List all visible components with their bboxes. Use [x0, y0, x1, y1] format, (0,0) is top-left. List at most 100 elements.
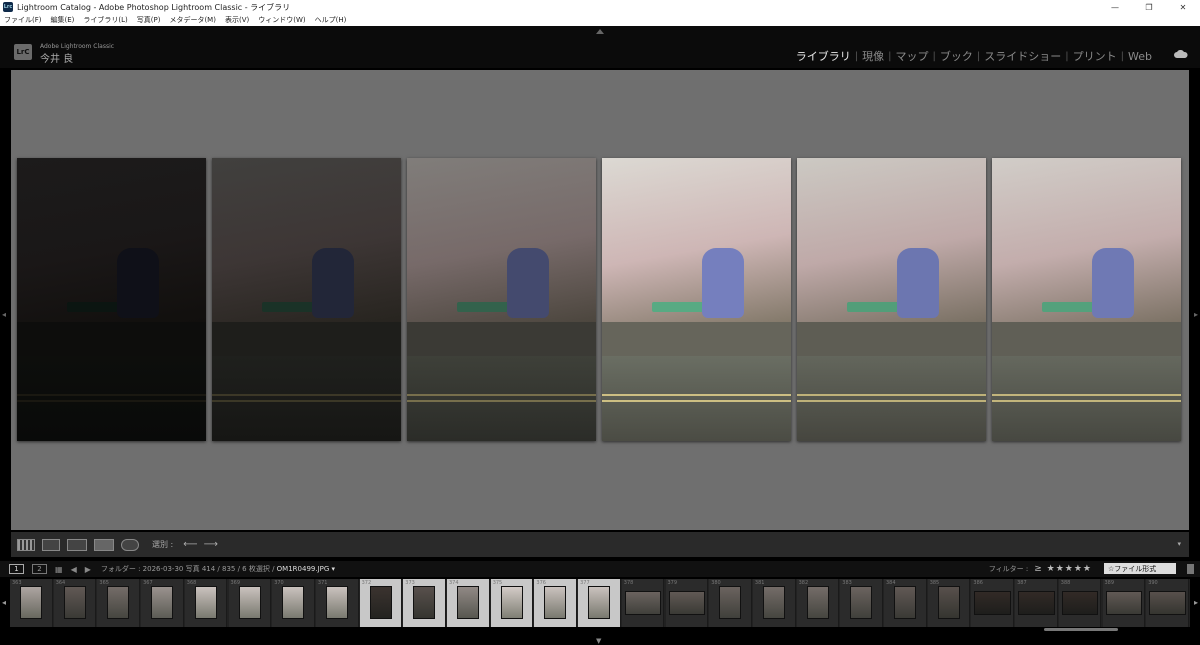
menu-window[interactable]: ウィンドウ(W) — [258, 15, 305, 25]
people-view-icon[interactable] — [121, 538, 139, 551]
filmstrip-cell[interactable]: 386 — [971, 579, 1015, 627]
menu-edit[interactable]: 編集(E) — [51, 15, 75, 25]
module-web[interactable]: Web — [1124, 50, 1156, 63]
filmstrip-thumbnail — [937, 586, 960, 619]
menu-photo[interactable]: 写真(P) — [137, 15, 161, 25]
collapse-top-panel-icon[interactable] — [596, 29, 604, 34]
module-develop[interactable]: 現像 — [858, 48, 888, 64]
photo-road — [797, 356, 986, 441]
filmstrip-scrollbar[interactable] — [1044, 628, 1118, 631]
toolbar-options-chevron-down-icon[interactable]: ▾ — [1177, 540, 1181, 548]
module-map[interactable]: マップ — [892, 48, 933, 64]
filmstrip-cell[interactable]: 376 — [534, 579, 578, 627]
menu-metadata[interactable]: メタデータ(M) — [169, 15, 216, 25]
filmstrip-cell-index: 388 — [1060, 580, 1071, 586]
filmstrip-thumbnail — [107, 586, 130, 619]
filmstrip-cell[interactable]: 384 — [884, 579, 927, 627]
filmstrip-cell-index: 390 — [1148, 580, 1158, 586]
filmstrip-cell[interactable]: 363 — [10, 579, 53, 627]
survey-photo[interactable] — [602, 158, 791, 441]
filmstrip-cell[interactable]: 364 — [53, 579, 97, 627]
photo-sakura-building — [212, 158, 401, 323]
back-arrow-icon[interactable]: ◀ — [71, 565, 77, 574]
filmstrip-cell[interactable]: 382 — [796, 579, 840, 627]
filmstrip-cell[interactable]: 383 — [840, 579, 883, 627]
secondary-window-button[interactable]: 2 — [32, 564, 47, 574]
filmstrip-cell[interactable]: 381 — [752, 579, 796, 627]
filmstrip-cell[interactable]: 365 — [97, 579, 141, 627]
module-library[interactable]: ライブラリ — [792, 48, 855, 64]
photo-road-line — [407, 394, 596, 396]
previous-photo-arrow-icon[interactable]: ⟵ — [183, 539, 197, 550]
grid-icon[interactable]: ▦ — [55, 565, 63, 574]
filmstrip-scroll-left-icon[interactable]: ◂ — [2, 598, 6, 607]
filmstrip-cell[interactable]: 377 — [578, 579, 621, 627]
menu-view[interactable]: 表示(V) — [225, 15, 249, 25]
filmstrip-cell[interactable]: 368 — [184, 579, 228, 627]
filmstrip-cell-index: 379 — [667, 580, 678, 586]
filmstrip-cell[interactable]: 374 — [447, 579, 490, 627]
menu-file[interactable]: ファイル(F) — [4, 15, 42, 25]
filmstrip-thumbnail — [762, 586, 785, 619]
photo-road-line — [992, 400, 1181, 402]
photo-road-line — [797, 400, 986, 402]
filmstrip-cell[interactable]: 371 — [315, 579, 359, 627]
filter-preset-select[interactable]: ☆ファイル形式 — [1104, 563, 1176, 574]
filmstrip-cell[interactable]: 369 — [228, 579, 272, 627]
menu-library[interactable]: ライブラリ(L) — [83, 15, 127, 25]
filmstrip-cell[interactable]: 387 — [1015, 579, 1058, 627]
compare-view-icon[interactable] — [67, 538, 87, 551]
close-button[interactable]: ✕ — [1166, 0, 1200, 14]
filmstrip-cell[interactable]: 373 — [403, 579, 446, 627]
survey-photo[interactable] — [212, 158, 401, 441]
rating-filter-star-icon[interactable]: ≥ ★★★★★ — [1034, 564, 1092, 574]
survey-view-icon[interactable] — [94, 538, 114, 551]
filmstrip-cell[interactable]: 389 — [1102, 579, 1146, 627]
expand-right-panel-icon[interactable]: ▸ — [1194, 310, 1198, 319]
filmstrip-cell[interactable]: 372 — [359, 579, 403, 627]
module-print[interactable]: プリント — [1069, 48, 1121, 64]
survey-photo[interactable] — [797, 158, 986, 441]
filmstrip-thumbnail — [457, 586, 479, 619]
expand-left-panel-icon[interactable]: ◂ — [2, 310, 6, 319]
filmstrip-thumbnail — [894, 586, 916, 619]
filmstrip-cell[interactable]: 370 — [272, 579, 315, 627]
module-book[interactable]: ブック — [936, 48, 977, 64]
minimize-button[interactable]: — — [1098, 0, 1132, 14]
cloud-sync-icon[interactable] — [1174, 50, 1188, 58]
photo-hand-statue — [897, 248, 939, 318]
filmstrip-cell[interactable]: 390 — [1146, 579, 1189, 627]
next-photo-arrow-icon[interactable]: ⟶ — [204, 539, 218, 550]
filmstrip-cell[interactable]: 385 — [927, 579, 971, 627]
filmstrip-cell[interactable]: 380 — [709, 579, 752, 627]
module-picker: ライブラリ | 現像 | マップ | ブック | スライドショー | プリント … — [792, 48, 1156, 64]
filmstrip-cell[interactable]: 379 — [665, 579, 709, 627]
filmstrip-cell[interactable]: 388 — [1058, 579, 1102, 627]
survey-photo[interactable] — [17, 158, 206, 441]
maximize-button[interactable]: ❐ — [1132, 0, 1166, 14]
filmstrip-scroll-right-icon[interactable]: ▸ — [1194, 598, 1198, 607]
photo-road-line — [602, 400, 791, 402]
filmstrip-cell[interactable]: 378 — [621, 579, 665, 627]
filmstrip-cell[interactable]: 367 — [141, 579, 184, 627]
forward-arrow-icon[interactable]: ▶ — [85, 565, 91, 574]
module-slideshow[interactable]: スライドショー — [980, 48, 1065, 64]
filmstrip-breadcrumb[interactable]: フォルダー : 2026-03-30 写真 414 / 835 / 6 枚選択 … — [101, 564, 335, 574]
filmstrip: 363 364 365 367 368 369 370 371 372 373 374 375 376 3… — [10, 579, 1190, 627]
filter-label: フィルター : — [988, 564, 1029, 573]
survey-view — [11, 70, 1189, 530]
filmstrip-header: 1 2 ▦ ◀ ▶ フォルダー : 2026-03-30 写真 414 / 83… — [0, 561, 1200, 577]
survey-photo[interactable] — [407, 158, 596, 441]
menu-help[interactable]: ヘルプ(H) — [315, 15, 347, 25]
main-window-button[interactable]: 1 — [9, 564, 24, 574]
survey-photo[interactable] — [992, 158, 1181, 441]
filmstrip-cell[interactable]: 375 — [490, 579, 534, 627]
filter-switch[interactable] — [1187, 564, 1194, 574]
grid-view-icon[interactable] — [17, 538, 35, 551]
photo-hand-statue — [507, 248, 549, 318]
filmstrip-thumbnail — [151, 586, 174, 619]
photo-awning — [1042, 302, 1097, 312]
collapse-filmstrip-icon[interactable]: ▼ — [596, 637, 601, 645]
loupe-view-icon[interactable] — [42, 538, 60, 551]
filmstrip-cell-index: 389 — [1104, 580, 1115, 586]
